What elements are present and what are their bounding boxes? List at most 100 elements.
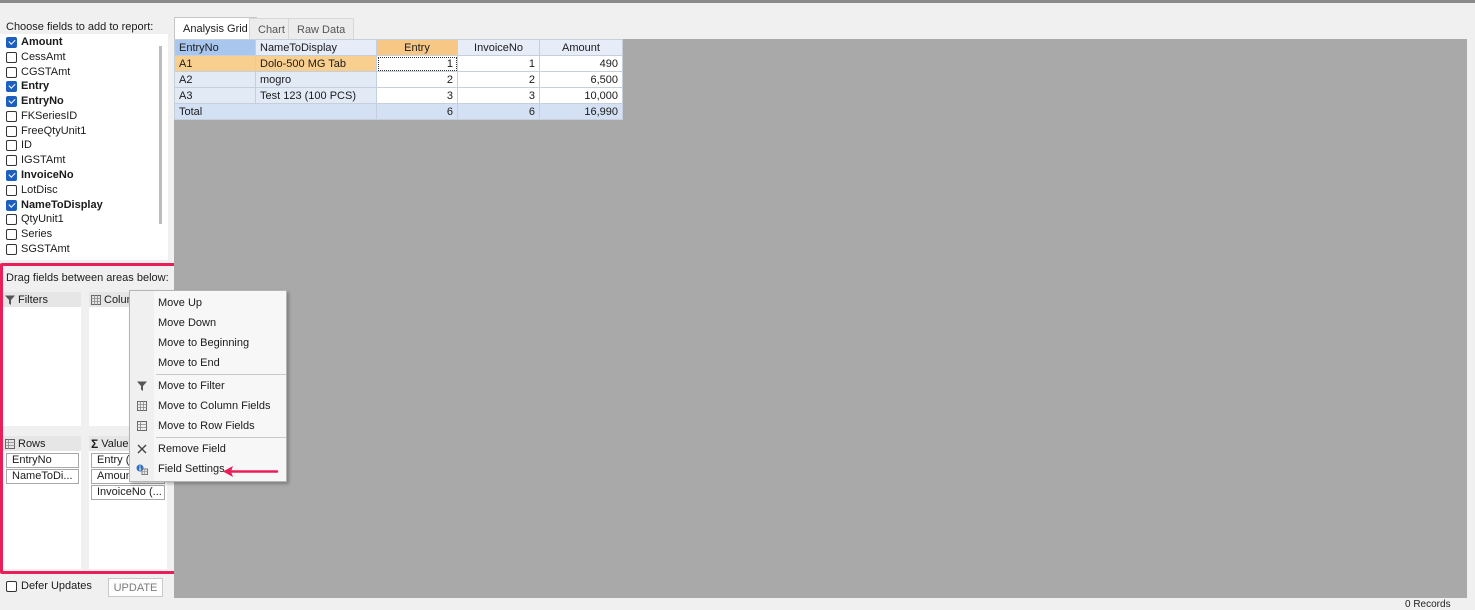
field-item-cgstamt[interactable]: CGSTAmt	[6, 65, 70, 79]
total-row[interactable]: Total 6 6 16,990	[174, 103, 623, 120]
checkbox[interactable]	[6, 51, 17, 63]
menu-item-remove-field[interactable]: Remove Field	[130, 439, 286, 459]
column-header-entry[interactable]: Entry	[376, 39, 458, 56]
cell-name[interactable]: Test 123 (100 PCS)	[255, 87, 377, 104]
checkbox[interactable]	[6, 125, 17, 137]
columns-area-header: Colum	[89, 292, 131, 307]
menu-separator	[156, 374, 286, 375]
field-item-entry[interactable]: Entry	[6, 79, 49, 93]
rows-area[interactable]: EntryNo NameToDi...	[3, 451, 81, 569]
cell-entry[interactable]: 1	[376, 55, 458, 72]
field-item-freeqtyunit1[interactable]: FreeQtyUnit1	[6, 124, 86, 138]
column-header-invoiceno[interactable]: InvoiceNo	[457, 39, 540, 56]
total-label: Total	[174, 103, 377, 120]
table-row[interactable]: A3 Test 123 (100 PCS) 3 3 10,000	[174, 87, 623, 104]
update-button[interactable]: UPDATE	[108, 578, 163, 597]
tab-analysis-grid[interactable]: Analysis Grid	[174, 17, 257, 40]
checkbox[interactable]	[6, 139, 17, 151]
window-top-strip	[0, 3, 1475, 15]
checkbox[interactable]	[6, 66, 17, 78]
annotation-arrow-icon	[223, 466, 279, 477]
table-row[interactable]: A2 mogro 2 2 6,500	[174, 71, 623, 88]
status-record-count: 0 Records	[1405, 599, 1451, 610]
menu-item-move-end[interactable]: Move to End	[130, 353, 286, 373]
defer-updates-checkbox[interactable]	[6, 580, 17, 592]
filter-icon	[137, 381, 147, 391]
column-header-amount[interactable]: Amount	[539, 39, 623, 56]
checkbox[interactable]	[6, 169, 17, 181]
table-row[interactable]: A1 Dolo-500 MG Tab 1 1 490	[174, 55, 623, 72]
field-item-cessamt[interactable]: CessAmt	[6, 50, 66, 64]
grid-background	[174, 39, 1467, 598]
sigma-icon: Σ	[91, 436, 99, 451]
cell-invoice[interactable]: 1	[457, 55, 540, 72]
menu-item-move-filter[interactable]: Move to Filter	[130, 376, 286, 396]
row-header-nametodisplay[interactable]: NameToDisplay	[255, 39, 377, 56]
right-gutter	[1467, 39, 1475, 598]
field-item-lotdisc[interactable]: LotDisc	[6, 183, 58, 197]
checkbox[interactable]	[6, 184, 17, 196]
row-header-entryno[interactable]: EntryNo	[174, 39, 256, 56]
cell-invoice[interactable]: 3	[457, 87, 540, 104]
cell-name[interactable]: Dolo-500 MG Tab	[255, 55, 377, 72]
cell-amount[interactable]: 490	[539, 55, 623, 72]
field-list-scrollbar[interactable]	[159, 46, 162, 224]
field-item-series[interactable]: Series	[6, 227, 52, 241]
field-item-id[interactable]: ID	[6, 138, 32, 152]
checkbox[interactable]	[6, 228, 17, 240]
grid-icon	[5, 438, 15, 449]
checkbox[interactable]	[6, 199, 17, 211]
field-item-igstamt[interactable]: IGSTAmt	[6, 153, 65, 167]
cell-entryno[interactable]: A2	[174, 71, 256, 88]
cell-amount[interactable]: 10,000	[539, 87, 623, 104]
checkbox[interactable]	[6, 213, 17, 225]
total-entry[interactable]: 6	[376, 103, 458, 120]
checkbox[interactable]	[6, 95, 17, 107]
checkbox[interactable]	[6, 243, 17, 255]
menu-item-move-down[interactable]: Move Down	[130, 313, 286, 333]
field-item-fkseriesid[interactable]: FKSeriesID	[6, 109, 77, 123]
row-grid-icon	[137, 421, 147, 431]
menu-item-move-beginning[interactable]: Move to Beginning	[130, 333, 286, 353]
cell-entry[interactable]: 2	[376, 71, 458, 88]
cell-entryno[interactable]: A3	[174, 87, 256, 104]
field-list-title: Choose fields to add to report:	[6, 21, 154, 33]
menu-item-move-column[interactable]: Move to Column Fields	[130, 396, 286, 416]
field-item-entryno[interactable]: EntryNo	[6, 94, 64, 108]
values-area-header: Σ Value	[89, 436, 131, 451]
menu-item-move-up[interactable]: Move Up	[130, 293, 286, 313]
field-settings-icon	[136, 464, 148, 475]
cell-entry[interactable]: 3	[376, 87, 458, 104]
column-grid-icon	[137, 401, 147, 411]
cell-invoice[interactable]: 2	[457, 71, 540, 88]
filters-area-header: Filters	[3, 292, 81, 307]
cell-name[interactable]: mogro	[255, 71, 377, 88]
defer-updates[interactable]: Defer Updates	[6, 580, 92, 592]
rows-area-header: Rows	[3, 436, 81, 451]
row-field-chip[interactable]: EntryNo	[6, 453, 79, 468]
cell-amount[interactable]: 6,500	[539, 71, 623, 88]
filter-icon	[5, 295, 15, 305]
analysis-grid[interactable]: EntryNo NameToDisplay Entry InvoiceNo Am…	[174, 39, 623, 120]
filters-area[interactable]	[3, 307, 81, 426]
checkbox[interactable]	[6, 154, 17, 166]
menu-item-move-row[interactable]: Move to Row Fields	[130, 416, 286, 436]
checkbox[interactable]	[6, 80, 17, 92]
field-list[interactable]: Amount CessAmt CGSTAmt Entry EntryNo FKS…	[0, 34, 168, 260]
field-item-qtyunit1[interactable]: QtyUnit1	[6, 212, 64, 226]
context-menu[interactable]: Move Up Move Down Move to Beginning Move…	[129, 290, 287, 482]
checkbox[interactable]	[6, 110, 17, 122]
field-item-sgstamt[interactable]: SGSTAmt	[6, 242, 70, 256]
field-item-invoiceno[interactable]: InvoiceNo	[6, 168, 74, 182]
total-invoice[interactable]: 6	[457, 103, 540, 120]
drag-areas-title: Drag fields between areas below:	[6, 272, 169, 284]
row-field-chip[interactable]: NameToDi...	[6, 469, 79, 484]
total-amount[interactable]: 16,990	[539, 103, 623, 120]
checkbox[interactable]	[6, 36, 17, 48]
close-icon	[137, 444, 147, 454]
value-field-chip[interactable]: InvoiceNo (...	[91, 485, 165, 500]
tab-raw-data[interactable]: Raw Data	[288, 18, 355, 40]
field-item-amount[interactable]: Amount	[6, 35, 63, 49]
cell-entryno[interactable]: A1	[174, 55, 256, 72]
field-item-nametodisplay[interactable]: NameToDisplay	[6, 198, 103, 212]
